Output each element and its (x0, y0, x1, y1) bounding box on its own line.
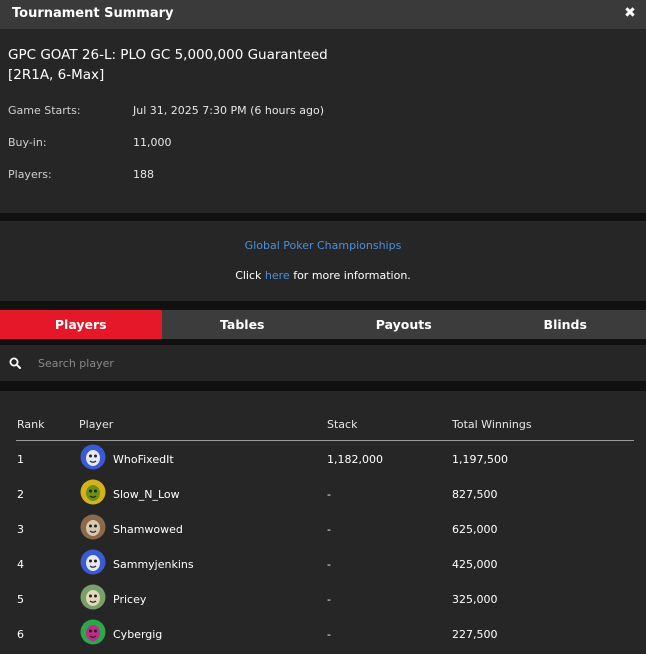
search-input[interactable] (32, 353, 332, 373)
search-icon (9, 357, 21, 369)
tab-bar: Players Tables Payouts Blinds (0, 310, 646, 339)
rank-cell: 1 (17, 453, 24, 466)
header-rank: Rank (17, 418, 45, 431)
title-bar: Tournament Summary ✖ (0, 0, 646, 29)
buyin-label: Buy-in: (8, 136, 47, 149)
stack-cell: - (327, 558, 331, 571)
game-starts-label: Game Starts: (8, 104, 81, 117)
total-winnings-cell: 827,500 (452, 488, 498, 501)
global-poker-championships-link[interactable]: Global Poker Championships (0, 239, 646, 252)
avatar-icon (80, 444, 106, 470)
stack-cell: - (327, 593, 331, 606)
players-value: 188 (133, 168, 154, 181)
total-winnings-cell: 425,000 (452, 558, 498, 571)
stack-cell: - (327, 523, 331, 536)
total-winnings-cell: 625,000 (452, 523, 498, 536)
rank-cell: 3 (17, 523, 24, 536)
table-header: Rank Player Stack Total Winnings (16, 391, 634, 441)
buyin-value: 11,000 (133, 136, 172, 149)
players-table: Rank Player Stack Total Winnings 1 WhoFix… (0, 391, 646, 654)
rank-cell: 6 (17, 628, 24, 641)
player-name: Pricey (113, 593, 147, 606)
header-player: Player (79, 418, 114, 431)
rank-cell: 4 (17, 558, 24, 571)
tournament-info-panel: GPC GOAT 26-L: PLO GC 5,000,000 Guarante… (0, 29, 646, 213)
table-row[interactable]: 2 Slow_N_Low - 827,500 (16, 476, 634, 511)
player-name: Slow_N_Low (113, 488, 180, 501)
tab-players[interactable]: Players (0, 310, 162, 339)
player-name: Sammyjenkins (113, 558, 194, 571)
window-title: Tournament Summary (12, 6, 174, 21)
click-text: Click (235, 269, 265, 282)
tab-tables[interactable]: Tables (162, 310, 324, 339)
stack-cell: - (327, 488, 331, 501)
avatar-icon (80, 619, 106, 645)
table-row[interactable]: 1 WhoFixedIt 1,182,000 1,197,500 (16, 441, 634, 476)
avatar-icon (80, 549, 106, 575)
stack-cell: - (327, 628, 331, 641)
close-icon[interactable]: ✖ (622, 5, 638, 21)
header-stack: Stack (327, 418, 358, 431)
table-row[interactable]: 5 Pricey - 325,000 (16, 581, 634, 616)
search-bar (0, 345, 646, 381)
rank-cell: 2 (17, 488, 24, 501)
promo-panel: Global Poker Championships Click here fo… (0, 221, 646, 301)
total-winnings-cell: 325,000 (452, 593, 498, 606)
table-row[interactable]: 4 Sammyjenkins - 425,000 (16, 546, 634, 581)
rank-cell: 5 (17, 593, 24, 606)
more-info-line: Click here for more information. (0, 269, 646, 282)
total-winnings-cell: 1,197,500 (452, 453, 508, 466)
player-name: Shamwowed (113, 523, 183, 536)
tab-payouts[interactable]: Payouts (323, 310, 485, 339)
player-name: WhoFixedIt (113, 453, 174, 466)
game-starts-value: Jul 31, 2025 7:30 PM (6 hours ago) (133, 104, 325, 117)
header-total-winnings: Total Winnings (452, 418, 532, 431)
stack-cell: 1,182,000 (327, 453, 383, 466)
tournament-name: GPC GOAT 26-L: PLO GC 5,000,000 Guarante… (8, 47, 328, 83)
total-winnings-cell: 227,500 (452, 628, 498, 641)
table-row[interactable]: 3 Shamwowed - 625,000 (16, 511, 634, 546)
avatar-icon (80, 514, 106, 540)
avatar-icon (80, 479, 106, 505)
player-name: Cybergig (113, 628, 163, 641)
more-info-text: for more information. (289, 269, 411, 282)
here-link[interactable]: here (265, 269, 290, 282)
players-label: Players: (8, 168, 52, 181)
avatar-icon (80, 584, 106, 610)
tab-blinds[interactable]: Blinds (485, 310, 646, 339)
table-row[interactable]: 6 Cybergig - 227,500 (16, 616, 634, 651)
